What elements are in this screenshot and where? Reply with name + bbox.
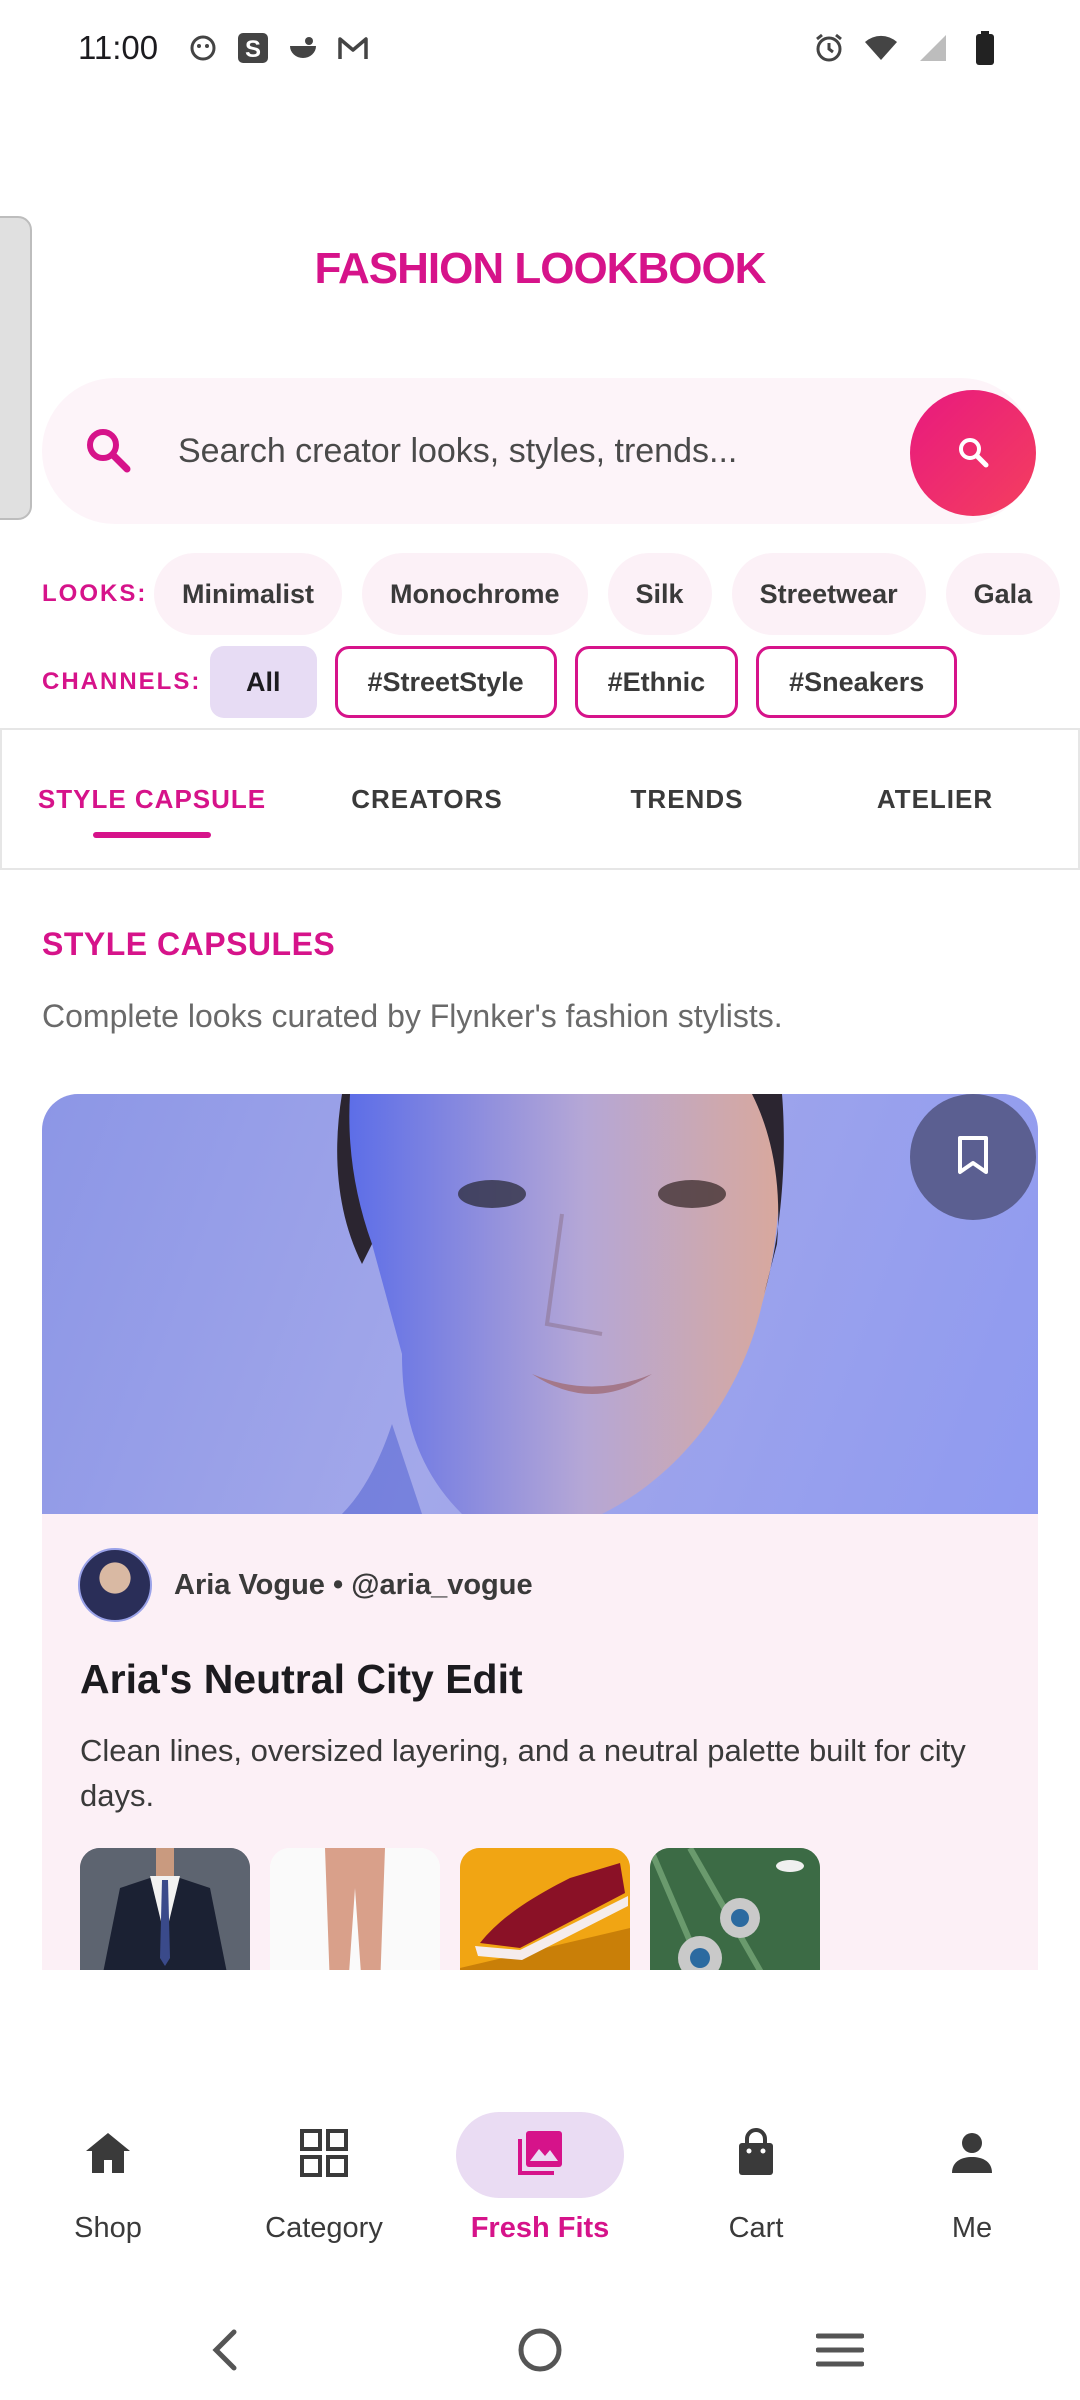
grid-icon: [298, 2127, 350, 2184]
svg-text:S: S: [245, 36, 261, 63]
signal-icon: [916, 31, 950, 65]
bookmark-button[interactable]: [910, 1094, 1036, 1220]
tab-label: ATELIER: [876, 783, 994, 814]
channel-chip-sneakers[interactable]: #Sneakers: [756, 646, 958, 718]
thumbnail-pink-trousers[interactable]: [270, 1848, 440, 1970]
capsule-item-thumbnails: [80, 1848, 820, 1970]
system-status-icons: [812, 31, 1002, 65]
nav-pill: [672, 2112, 840, 2198]
back-icon[interactable]: [196, 2320, 256, 2380]
bottom-navigation: Shop Category Fresh Fits Cart Me: [0, 2090, 1080, 2260]
gmail-icon: [336, 31, 370, 65]
tab-style-capsule[interactable]: STYLE CAPSULE: [2, 730, 302, 868]
system-navigation-bar: [0, 2300, 1080, 2400]
look-chip-silk[interactable]: Silk: [607, 553, 712, 635]
battery-icon: [968, 31, 1002, 65]
search-bar[interactable]: [42, 378, 1036, 524]
nav-item-me[interactable]: Me: [864, 2090, 1080, 2260]
section-title: STYLE CAPSULES: [42, 926, 336, 962]
looks-label: LOOKS:: [42, 580, 148, 607]
channels-filter-row: CHANNELS: All #StreetStyle #Ethnic #Snea…: [0, 644, 1080, 720]
home-icon: [82, 2127, 134, 2184]
look-chip-streetwear[interactable]: Streetwear: [731, 553, 926, 635]
nav-item-cart[interactable]: Cart: [648, 2090, 864, 2260]
capsule-cover-image: [42, 1094, 1038, 1514]
nav-item-category[interactable]: Category: [216, 2090, 432, 2260]
bowl-icon: [286, 31, 320, 65]
search-button[interactable]: [910, 390, 1036, 516]
nav-item-shop[interactable]: Shop: [0, 2090, 216, 2260]
nav-label: Me: [951, 2212, 993, 2244]
notification-icons: S: [186, 31, 370, 65]
creator-row[interactable]: Aria Vogue • @aria_vogue: [78, 1548, 533, 1622]
capsule-title: Aria's Neutral City Edit: [80, 1656, 523, 1702]
tab-creators[interactable]: CREATORS: [302, 730, 552, 868]
style-capsule-card[interactable]: Aria Vogue • @aria_vogue Aria's Neutral …: [42, 1094, 1038, 1970]
recents-menu-icon[interactable]: [810, 2320, 870, 2380]
search-icon: [78, 420, 138, 480]
section-description: Complete looks curated by Flynker's fash…: [42, 998, 783, 1034]
creator-name-handle: Aria Vogue • @aria_vogue: [174, 1568, 533, 1601]
channels-label: CHANNELS:: [42, 668, 202, 695]
bookmark-icon: [956, 1135, 990, 1180]
channel-chip-ethnic[interactable]: #Ethnic: [574, 646, 739, 718]
thumbnail-suit[interactable]: [80, 1848, 250, 1970]
nav-label: Fresh Fits: [470, 2212, 610, 2244]
tab-trends[interactable]: TRENDS: [552, 730, 822, 868]
look-chip-monochrome[interactable]: Monochrome: [362, 553, 588, 635]
thumbnail-earrings[interactable]: [650, 1848, 820, 1970]
search-input[interactable]: [178, 418, 918, 484]
thumbnail-sneaker[interactable]: [460, 1848, 630, 1970]
s-app-icon: S: [236, 31, 270, 65]
tab-label: CREATORS: [351, 783, 503, 814]
nav-item-fresh-fits[interactable]: Fresh Fits: [432, 2090, 648, 2260]
channel-chip-all[interactable]: All: [210, 646, 317, 718]
creator-avatar[interactable]: [78, 1548, 152, 1622]
nav-pill: [240, 2112, 408, 2198]
smiley-icon: [186, 31, 220, 65]
look-chip-minimalist[interactable]: Minimalist: [154, 553, 343, 635]
alarm-icon: [812, 31, 846, 65]
nav-label: Cart: [728, 2212, 784, 2244]
tab-bar: STYLE CAPSULE CREATORS TRENDS ATELIER: [0, 728, 1080, 870]
nav-label: Shop: [74, 2212, 142, 2244]
looks-filter-row: LOOKS: Minimalist Monochrome Silk Street…: [0, 550, 1080, 638]
nav-pill: [888, 2112, 1056, 2198]
status-time: 11:00: [78, 29, 159, 66]
tab-label: STYLE CAPSULE: [37, 783, 267, 814]
tab-active-indicator: [93, 832, 211, 838]
photo-library-icon: [514, 2127, 566, 2184]
channel-chip-streetstyle[interactable]: #StreetStyle: [334, 646, 557, 718]
person-icon: [946, 2127, 998, 2184]
status-bar: 11:00 S: [0, 0, 1080, 96]
nav-pill: [24, 2112, 192, 2198]
tab-atelier[interactable]: ATELIER: [822, 730, 1048, 868]
tab-label: TRENDS: [630, 783, 744, 814]
look-chip-gala[interactable]: Gala: [945, 553, 1061, 635]
wifi-icon: [864, 31, 898, 65]
search-icon: [953, 432, 993, 475]
nav-label: Category: [265, 2212, 383, 2244]
shopping-bag-icon: [730, 2127, 782, 2184]
home-circle-icon[interactable]: [510, 2320, 570, 2380]
capsule-description: Clean lines, oversized layering, and a n…: [80, 1733, 966, 1813]
page-title: FASHION LOOKBOOK: [314, 244, 767, 293]
nav-pill-active: [456, 2112, 624, 2198]
